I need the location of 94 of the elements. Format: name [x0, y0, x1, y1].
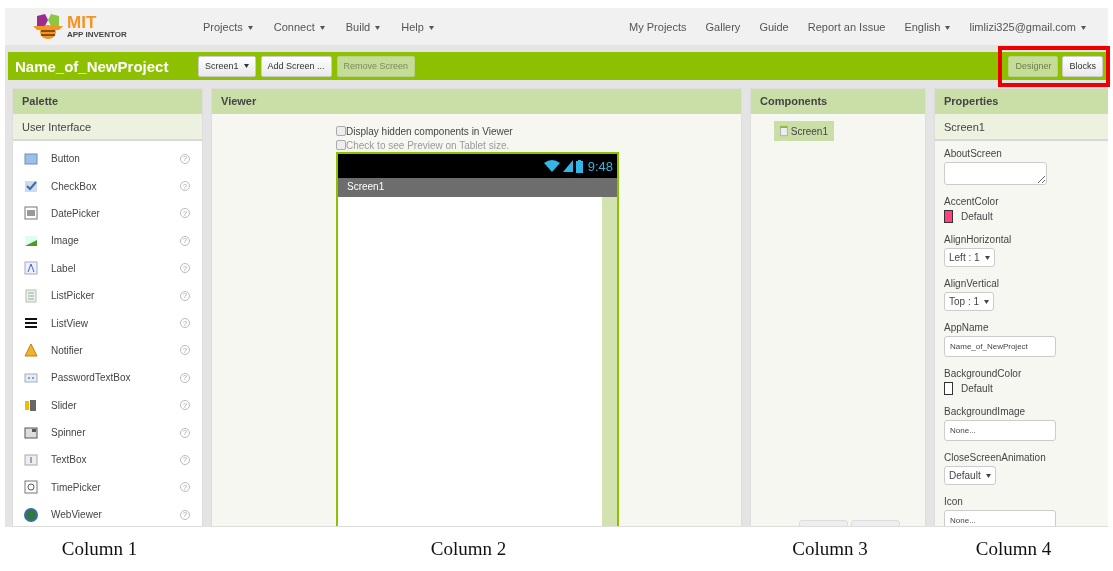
text-area[interactable]: [944, 162, 1047, 185]
letter-icon: [24, 261, 38, 276]
menu-item[interactable]: Connect: [273, 20, 325, 33]
checkbox-icon: [24, 179, 38, 194]
palette-item-label: CheckBox: [51, 180, 98, 192]
column-caption: Column 1: [61, 538, 138, 560]
text-input[interactable]: Name_of_NewProject: [944, 336, 1056, 357]
color-value: Default: [961, 383, 993, 394]
view-toggle-button[interactable]: Blocks: [1062, 55, 1103, 77]
checkbox-option[interactable]: Display hidden components in Viewer: [336, 124, 741, 138]
palette-item-label: Button: [51, 153, 81, 165]
text-input[interactable]: None...: [944, 510, 1056, 526]
screen-icon: [780, 125, 788, 137]
bee-logo-icon: [33, 13, 63, 40]
property-label: BackgroundColor: [944, 368, 1022, 379]
globe-icon: [24, 507, 38, 522]
menu-item[interactable]: Projects: [203, 20, 253, 33]
palette-item-label: Spinner: [51, 427, 87, 439]
property-label: BackgroundImage: [944, 406, 1026, 417]
palette-item-label: DatePicker: [51, 207, 101, 219]
property-label: AppName: [944, 322, 989, 333]
clock-icon: [24, 480, 38, 495]
palette-item-label: WebViewer: [51, 509, 103, 521]
nav-link[interactable]: English: [904, 20, 951, 33]
nav-link[interactable]: Report an Issue: [807, 20, 886, 33]
password-icon: [24, 370, 38, 385]
toolbar-button[interactable]: Add Screen ...: [260, 55, 332, 77]
textbox-icon: [24, 453, 38, 467]
palette-item-label: TimePicker: [51, 481, 102, 493]
battery-icon: [575, 159, 583, 173]
caret-icon: [985, 474, 991, 478]
palette-item-label: ListPicker: [51, 290, 96, 302]
color-value: Default: [961, 211, 993, 222]
column-caption: Column 3: [792, 538, 868, 560]
menu-item[interactable]: Help: [401, 20, 434, 33]
dropdown-select[interactable]: Left : 1: [944, 248, 995, 267]
caret-icon: [1081, 25, 1086, 30]
palette-item-label: Image: [51, 235, 80, 247]
panel-header: Properties: [935, 89, 1108, 114]
project-title: Name_of_NewProject: [15, 57, 170, 75]
button-icon: [24, 151, 38, 166]
caret-icon: [945, 25, 951, 30]
warning-icon: [24, 343, 38, 358]
palette-item-label: Notifier: [51, 344, 84, 356]
caret-icon: [375, 25, 381, 30]
text-input[interactable]: None...: [944, 420, 1056, 441]
component-tree-item[interactable]: Screen1: [774, 121, 834, 141]
caret-icon: [984, 256, 990, 260]
color-picker[interactable]: Default: [944, 210, 993, 223]
menu-item[interactable]: Build: [345, 20, 381, 33]
property-label: AboutScreen: [944, 148, 1002, 159]
image-icon: [24, 233, 38, 248]
palette-item-label: Slider: [51, 399, 78, 411]
property-label: AlignVertical: [944, 278, 1000, 289]
nav-link[interactable]: Gallery: [705, 20, 741, 33]
property-label: AccentColor: [944, 196, 999, 207]
dropdown-select[interactable]: Top : 1: [944, 292, 995, 311]
panel-header: Palette: [13, 89, 202, 114]
phone-time: 9:48: [587, 158, 613, 174]
caret-icon: [984, 300, 990, 304]
logo-subtitle: APP INVENTOR: [67, 31, 127, 39]
caret-icon: [243, 64, 249, 68]
nav-link[interactable]: My Projects: [629, 20, 687, 33]
nav-link[interactable]: Guide: [759, 20, 789, 33]
column-caption: Column 4: [975, 538, 1052, 560]
palette-item-label: ListView: [51, 317, 90, 329]
palette-item-label: TextBox: [51, 454, 88, 466]
dropdown-icon: [24, 425, 38, 440]
panel-header: Components: [751, 89, 925, 114]
screen-select[interactable]: Screen1: [198, 55, 256, 77]
signal-icon: [562, 160, 573, 172]
column-caption: Column 2: [430, 538, 507, 560]
slider-icon: [24, 398, 38, 413]
palette-item-label: PasswordTextBox: [51, 372, 132, 384]
list-icon: [24, 288, 38, 303]
caret-icon: [247, 25, 253, 30]
logo-title: MIT: [67, 14, 98, 31]
lines-icon: [24, 316, 38, 331]
caret-icon: [428, 25, 434, 30]
checkbox[interactable]: [336, 126, 346, 136]
screen-title-bar: Screen1: [338, 178, 617, 197]
dropdown-select[interactable]: Default: [944, 466, 996, 485]
palette-item-label: Label: [51, 262, 77, 274]
color-picker[interactable]: Default: [944, 382, 993, 395]
property-label: Icon: [944, 496, 963, 507]
calendar-icon: [24, 206, 38, 221]
selected-component-name: Screen1: [935, 114, 1108, 141]
nav-link[interactable]: limlizi325@gmail.com: [969, 20, 1086, 33]
property-label: AlignHorizontal: [944, 234, 1012, 245]
panel-header: Viewer: [212, 89, 741, 114]
wifi-icon: [543, 160, 560, 172]
palette-category[interactable]: User Interface: [13, 114, 202, 141]
property-label: CloseScreenAnimation: [944, 452, 1046, 463]
caret-icon: [319, 25, 325, 30]
